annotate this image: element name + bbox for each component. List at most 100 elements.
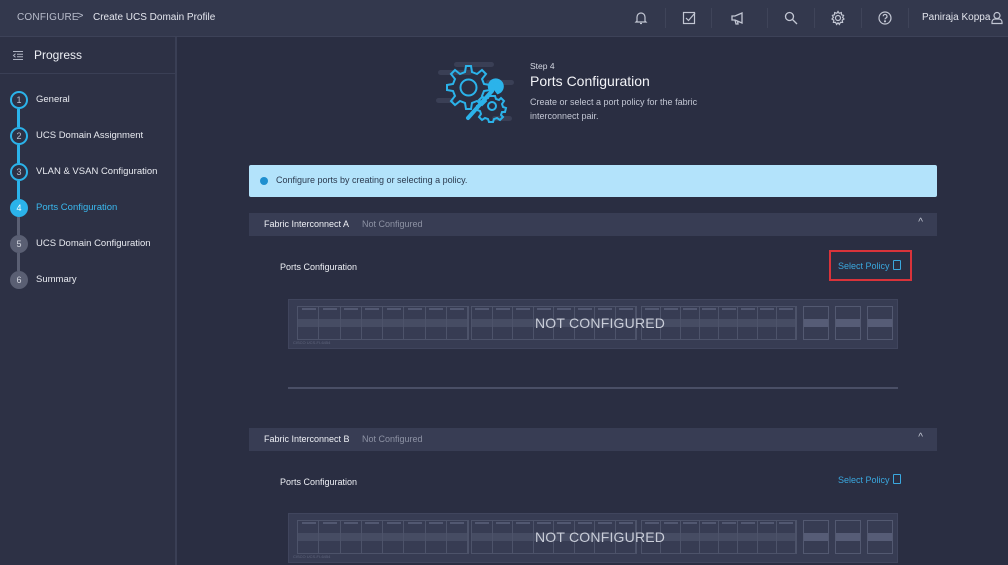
step-label: Summary xyxy=(36,274,77,285)
port-label-tick xyxy=(536,522,551,524)
sidebar-step-general[interactable]: 1 General xyxy=(10,91,175,109)
toolbar-divider xyxy=(665,8,666,28)
port-label-tick xyxy=(598,522,613,524)
port-label-tick xyxy=(702,522,717,524)
port-label-tick xyxy=(557,308,572,310)
chevron-up-icon[interactable]: ^ xyxy=(918,432,923,443)
progress-connector xyxy=(17,145,20,163)
port-cell xyxy=(493,307,513,339)
switch-model-label: CISCO UCS-FI-6454 xyxy=(293,340,331,345)
sidebar-step-ports-configuration[interactable]: 4 Ports Configuration xyxy=(10,199,175,217)
toolbar-divider xyxy=(861,8,862,28)
port-label-tick xyxy=(516,308,531,310)
port-label-tick xyxy=(577,522,592,524)
port-group xyxy=(297,306,469,340)
port-cell xyxy=(777,521,796,553)
sidebar-step-ucs-domain-configuration[interactable]: 5 UCS Domain Configuration xyxy=(10,235,175,253)
port-cell xyxy=(700,521,719,553)
port-label-tick xyxy=(386,308,401,310)
progress-connector xyxy=(17,253,20,271)
port-label-tick xyxy=(663,522,678,524)
port-label-tick xyxy=(344,308,359,310)
port-label-tick xyxy=(301,308,316,310)
sidebar-step-summary[interactable]: 6 Summary xyxy=(10,271,175,289)
not-configured-overlay: NOT CONFIGURED xyxy=(535,315,666,331)
port-label-tick xyxy=(721,308,736,310)
port-group xyxy=(297,520,469,554)
port-label-tick xyxy=(618,522,633,524)
port-cell xyxy=(298,307,320,339)
port-cell xyxy=(319,521,341,553)
port-label-tick xyxy=(407,308,422,310)
port-cell xyxy=(472,307,493,339)
fabric-interconnect-name: Fabric Interconnect B xyxy=(264,434,350,444)
user-name[interactable]: Paniraja Koppa xyxy=(922,12,990,23)
port-label-tick xyxy=(407,522,422,524)
port-cell xyxy=(681,521,700,553)
step-number-badge: 3 xyxy=(10,163,28,181)
info-banner: Configure ports by creating or selecting… xyxy=(249,165,937,197)
uplink-port xyxy=(803,520,829,554)
select-policy-button-b[interactable]: Select Policy xyxy=(838,474,901,485)
port-cell xyxy=(341,521,362,553)
port-label-tick xyxy=(495,522,510,524)
breadcrumb-current-page: Create UCS Domain Profile xyxy=(93,12,216,23)
fabric-interconnect-b-header[interactable]: Fabric Interconnect B Not Configured ^ xyxy=(249,428,937,451)
info-icon xyxy=(260,177,268,185)
user-icon[interactable] xyxy=(989,10,1005,26)
help-icon[interactable] xyxy=(877,10,893,26)
port-cell xyxy=(341,307,362,339)
port-label-tick xyxy=(702,308,717,310)
step-number-badge: 6 xyxy=(10,271,28,289)
sidebar-step-ucs-domain-assignment[interactable]: 2 UCS Domain Assignment xyxy=(10,127,175,145)
port-cell xyxy=(719,521,739,553)
step-number-badge: 4 xyxy=(10,199,28,217)
not-configured-overlay: NOT CONFIGURED xyxy=(535,529,666,545)
breadcrumb-configure[interactable]: CONFIGURE xyxy=(17,12,79,23)
step-label: UCS Domain Assignment xyxy=(36,130,144,141)
port-cell xyxy=(447,307,468,339)
port-label-tick xyxy=(740,308,755,310)
port-cell xyxy=(362,307,383,339)
step-label: VLAN & VSAN Configuration xyxy=(36,166,158,177)
fabric-interconnect-a-header[interactable]: Fabric Interconnect A Not Configured ^ xyxy=(249,213,937,236)
progress-connector xyxy=(17,109,20,127)
port-label-tick xyxy=(386,522,401,524)
port-cell xyxy=(426,307,447,339)
sidebar-step-vlan-vsan-configuration[interactable]: 3 VLAN & VSAN Configuration xyxy=(10,163,175,181)
port-label-tick xyxy=(450,522,465,524)
page-description: Create or select a port policy for the f… xyxy=(530,97,698,121)
port-cell xyxy=(319,307,341,339)
port-cell xyxy=(513,307,534,339)
task-checklist-icon[interactable] xyxy=(681,10,697,26)
megaphone-icon[interactable] xyxy=(730,10,746,26)
info-banner-text: Configure ports by creating or selecting… xyxy=(276,175,468,185)
bell-icon[interactable] xyxy=(633,10,649,26)
gear-icon[interactable] xyxy=(830,10,846,26)
port-label-tick xyxy=(429,522,444,524)
fabric-interconnect-status: Not Configured xyxy=(362,434,423,444)
port-label-tick xyxy=(779,522,794,524)
sidebar-header: Progress xyxy=(0,37,175,74)
port-label-tick xyxy=(598,308,613,310)
chevron-up-icon[interactable]: ^ xyxy=(918,217,923,228)
step-label: Ports Configuration xyxy=(36,202,118,213)
port-cell xyxy=(700,307,719,339)
port-label-tick xyxy=(344,522,359,524)
select-policy-label: Select Policy xyxy=(838,261,890,271)
port-cell xyxy=(472,521,493,553)
ports-configuration-label: Ports Configuration xyxy=(280,262,358,272)
port-cell xyxy=(383,307,405,339)
port-cell xyxy=(719,307,739,339)
port-label-tick xyxy=(740,522,755,524)
step-number-badge: 1 xyxy=(10,91,28,109)
port-label-tick xyxy=(365,522,380,524)
document-icon xyxy=(892,260,901,270)
search-icon[interactable] xyxy=(783,10,799,26)
select-policy-button-a[interactable]: Select Policy xyxy=(838,260,901,271)
ports-configuration-label: Ports Configuration xyxy=(280,477,358,487)
port-label-tick xyxy=(301,522,316,524)
collapse-sidebar-icon[interactable] xyxy=(12,50,24,61)
port-cell xyxy=(426,521,447,553)
uplink-port xyxy=(803,306,829,340)
